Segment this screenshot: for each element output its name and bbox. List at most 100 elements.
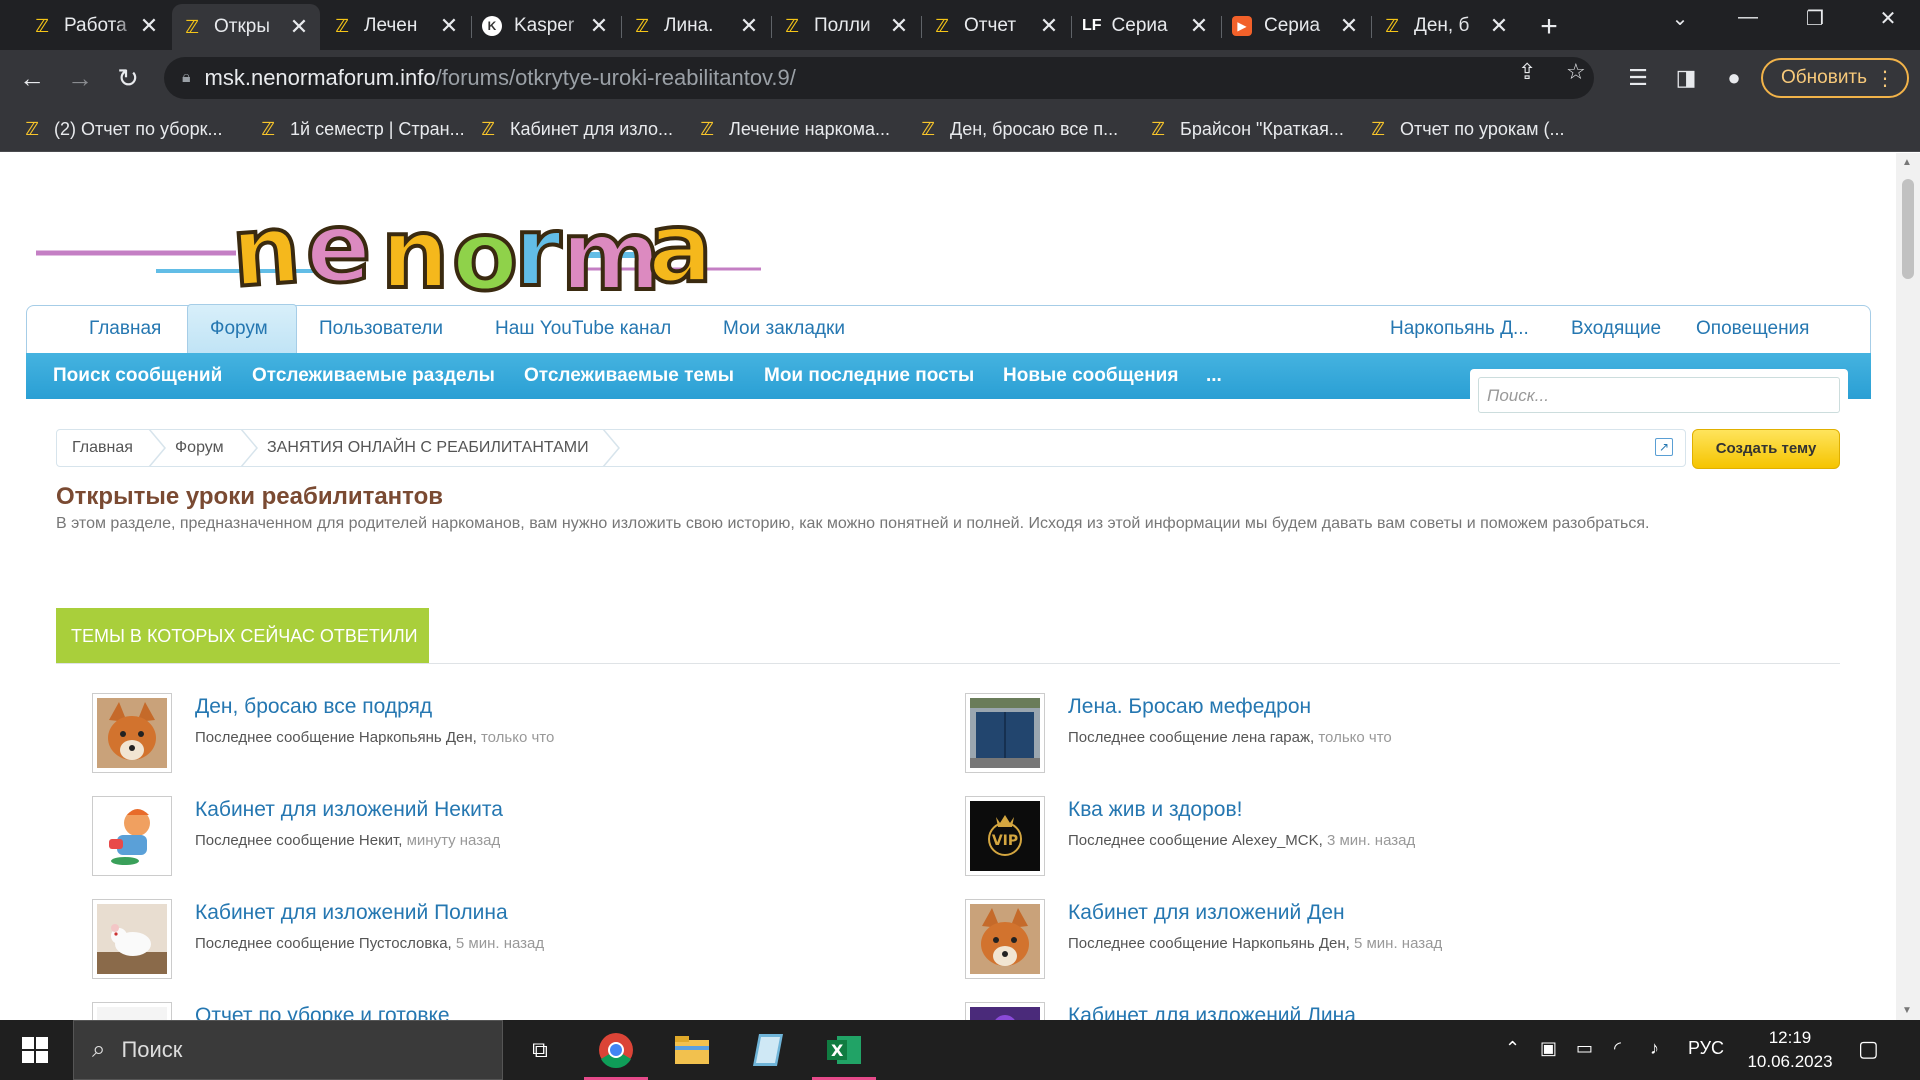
update-button[interactable]: Обновить ⋮ [1761, 58, 1909, 98]
reload-icon[interactable]: ↻ [112, 62, 144, 94]
wifi-icon[interactable]: ◜ [1614, 1038, 1621, 1059]
lock-icon[interactable]: 🔒︎ [182, 69, 191, 87]
thread-avatar[interactable]: VIP [965, 796, 1045, 876]
thread-time[interactable]: минуту назад [407, 832, 501, 849]
thread-author[interactable]: Наркопьянь Ден [359, 729, 473, 746]
menu-dots-icon[interactable]: ⋮ [1875, 66, 1895, 91]
thread-avatar[interactable] [92, 796, 172, 876]
bookmark-item[interactable]: ℤ Кабинет для изло... [478, 114, 673, 144]
subnav-more[interactable]: ... [1206, 365, 1222, 387]
thread-author[interactable]: Пустословка [359, 935, 448, 952]
meet-icon[interactable]: ▣ [1540, 1038, 1557, 1059]
subnav-watched-threads[interactable]: Отслеживаемые темы [524, 365, 734, 387]
close-tab-icon[interactable]: ✕ [1338, 13, 1360, 39]
notepad-icon[interactable] [732, 1020, 804, 1080]
close-tab-icon[interactable]: ✕ [588, 13, 610, 39]
browser-tab[interactable]: ℤ Откры ✕ [172, 4, 320, 50]
thread-time[interactable]: 3 мин. назад [1327, 832, 1415, 849]
nav-home[interactable]: Главная [89, 318, 161, 340]
bookmark-star-icon[interactable]: ☆ [1566, 59, 1586, 85]
thread-time[interactable]: только что [481, 729, 554, 746]
new-tab-button[interactable]: + [1534, 10, 1564, 44]
share-icon[interactable]: ⇪ [1518, 59, 1536, 85]
bookmark-item[interactable]: ℤ Ден, бросаю все п... [918, 114, 1118, 144]
close-tab-icon[interactable]: ✕ [1188, 13, 1210, 39]
bookmark-item[interactable]: ℤ (2) Отчет по уборк... [22, 114, 222, 144]
subnav-watched-forums[interactable]: Отслеживаемые разделы [252, 365, 495, 387]
browser-tab[interactable]: K Kasper ✕ [472, 6, 620, 46]
close-tab-icon[interactable]: ✕ [138, 13, 160, 39]
close-tab-icon[interactable]: ✕ [888, 13, 910, 39]
bookmark-item[interactable]: ℤ Брайсон "Краткая... [1148, 114, 1344, 144]
thread-avatar[interactable] [965, 693, 1045, 773]
thread-title-link[interactable]: Ква жив и здоров! [1068, 798, 1242, 822]
minimize-icon[interactable]: — [1728, 6, 1768, 29]
back-icon[interactable]: ← [16, 62, 48, 94]
thread-title-link[interactable]: Кабинет для изложений Полина [195, 901, 508, 925]
browser-tab[interactable]: ℤ Работа ✕ [22, 6, 170, 46]
excel-icon[interactable]: X [808, 1020, 880, 1080]
thread-title-link[interactable]: Отчет по уборке и готовке [195, 1004, 450, 1020]
chrome-icon[interactable] [580, 1020, 652, 1080]
tab-search-icon[interactable]: ⌄ [1660, 6, 1700, 31]
restore-icon[interactable]: ❐ [1795, 6, 1835, 31]
thread-title-link[interactable]: Кабинет для изложений Ден [1068, 901, 1345, 925]
search-input[interactable]: Поиск... [1478, 377, 1840, 413]
thread-avatar[interactable] [965, 899, 1045, 979]
media-control-icon[interactable]: ☰ [1622, 62, 1654, 94]
thread-author[interactable]: лена гараж [1232, 729, 1310, 746]
browser-tab[interactable]: ℤ Ден, б ✕ [1372, 6, 1520, 46]
nav-forum[interactable]: Форум [210, 318, 268, 340]
nav-bookmarks[interactable]: Мои закладки [723, 318, 845, 340]
thread-author[interactable]: Некит [359, 832, 398, 849]
subnav-search[interactable]: Поиск сообщений [53, 365, 222, 387]
browser-tab[interactable]: ℤ Лечен ✕ [322, 6, 470, 46]
page-scrollbar[interactable]: ▲ ▼ [1896, 153, 1920, 1020]
thread-title-link[interactable]: Лена. Бросаю мефедрон [1068, 695, 1311, 719]
thread-avatar[interactable] [92, 899, 172, 979]
browser-tab[interactable]: LF Сериа ✕ [1072, 6, 1220, 46]
nav-youtube[interactable]: Наш YouTube канал [495, 318, 671, 340]
file-explorer-icon[interactable] [656, 1020, 728, 1080]
thread-author[interactable]: Наркопьянь Ден [1232, 935, 1346, 952]
thread-title-link[interactable]: Ден, бросаю все подряд [195, 695, 432, 719]
taskbar-search[interactable]: ⌕ Поиск [73, 1020, 503, 1080]
side-panel-icon[interactable]: ◨ [1670, 62, 1702, 94]
thread-avatar[interactable] [965, 1002, 1045, 1020]
site-logo[interactable]: n e n o r m a [36, 173, 766, 313]
bookmark-item[interactable]: ℤ 1й семестр | Стран... [258, 114, 464, 144]
bookmark-item[interactable]: ℤ Лечение наркома... [697, 114, 890, 144]
scroll-thumb[interactable] [1902, 179, 1914, 279]
browser-tab[interactable]: ℤ Полли ✕ [772, 6, 920, 46]
nav-alerts[interactable]: Оповещения [1696, 318, 1809, 340]
profile-icon[interactable]: ● [1718, 62, 1750, 94]
thread-avatar[interactable] [92, 1002, 172, 1020]
subnav-my-posts[interactable]: Мои последние посты [764, 365, 974, 387]
close-tab-icon[interactable]: ✕ [1038, 13, 1060, 39]
thread-title-link[interactable]: Кабинет для изложений Некита [195, 798, 503, 822]
breadcrumb-section[interactable]: ЗАНЯТИЯ ОНЛАЙН С РЕАБИЛИТАНТАМИ [267, 439, 589, 457]
close-tab-icon[interactable]: ✕ [438, 13, 460, 39]
bookmark-item[interactable]: ℤ Отчет по урокам (... [1368, 114, 1564, 144]
thread-time[interactable]: 5 мин. назад [456, 935, 544, 952]
create-thread-button[interactable]: Создать тему [1692, 429, 1840, 469]
thread-title-link[interactable]: Кабинет для изложений Лина [1068, 1004, 1356, 1020]
browser-tab[interactable]: ℤ Лина. ✕ [622, 6, 770, 46]
thread-time[interactable]: только что [1318, 729, 1391, 746]
close-tab-icon[interactable]: ✕ [288, 14, 310, 40]
forward-icon[interactable]: → [64, 62, 96, 94]
scroll-up-icon[interactable]: ▲ [1902, 157, 1912, 168]
browser-tab[interactable]: ℤ Отчет ✕ [922, 6, 1070, 46]
thread-time[interactable]: 5 мин. назад [1354, 935, 1442, 952]
browser-tab[interactable]: ▶ Сериа ✕ [1222, 6, 1370, 46]
chevron-up-icon[interactable]: ⌃ [1505, 1038, 1520, 1059]
close-tab-icon[interactable]: ✕ [1488, 13, 1510, 39]
close-window-icon[interactable]: ✕ [1868, 6, 1908, 31]
task-view-icon[interactable]: ⧉ [504, 1020, 576, 1080]
nav-user-account[interactable]: Наркопьянь Д... [1390, 318, 1529, 340]
notifications-icon[interactable]: ▢ [1858, 1036, 1879, 1062]
scroll-down-icon[interactable]: ▼ [1902, 1005, 1912, 1016]
clock[interactable]: 12:19 10.06.2023 [1740, 1026, 1840, 1074]
breadcrumb-forum[interactable]: Форум [175, 439, 224, 457]
windows-start-icon[interactable] [0, 1020, 70, 1080]
